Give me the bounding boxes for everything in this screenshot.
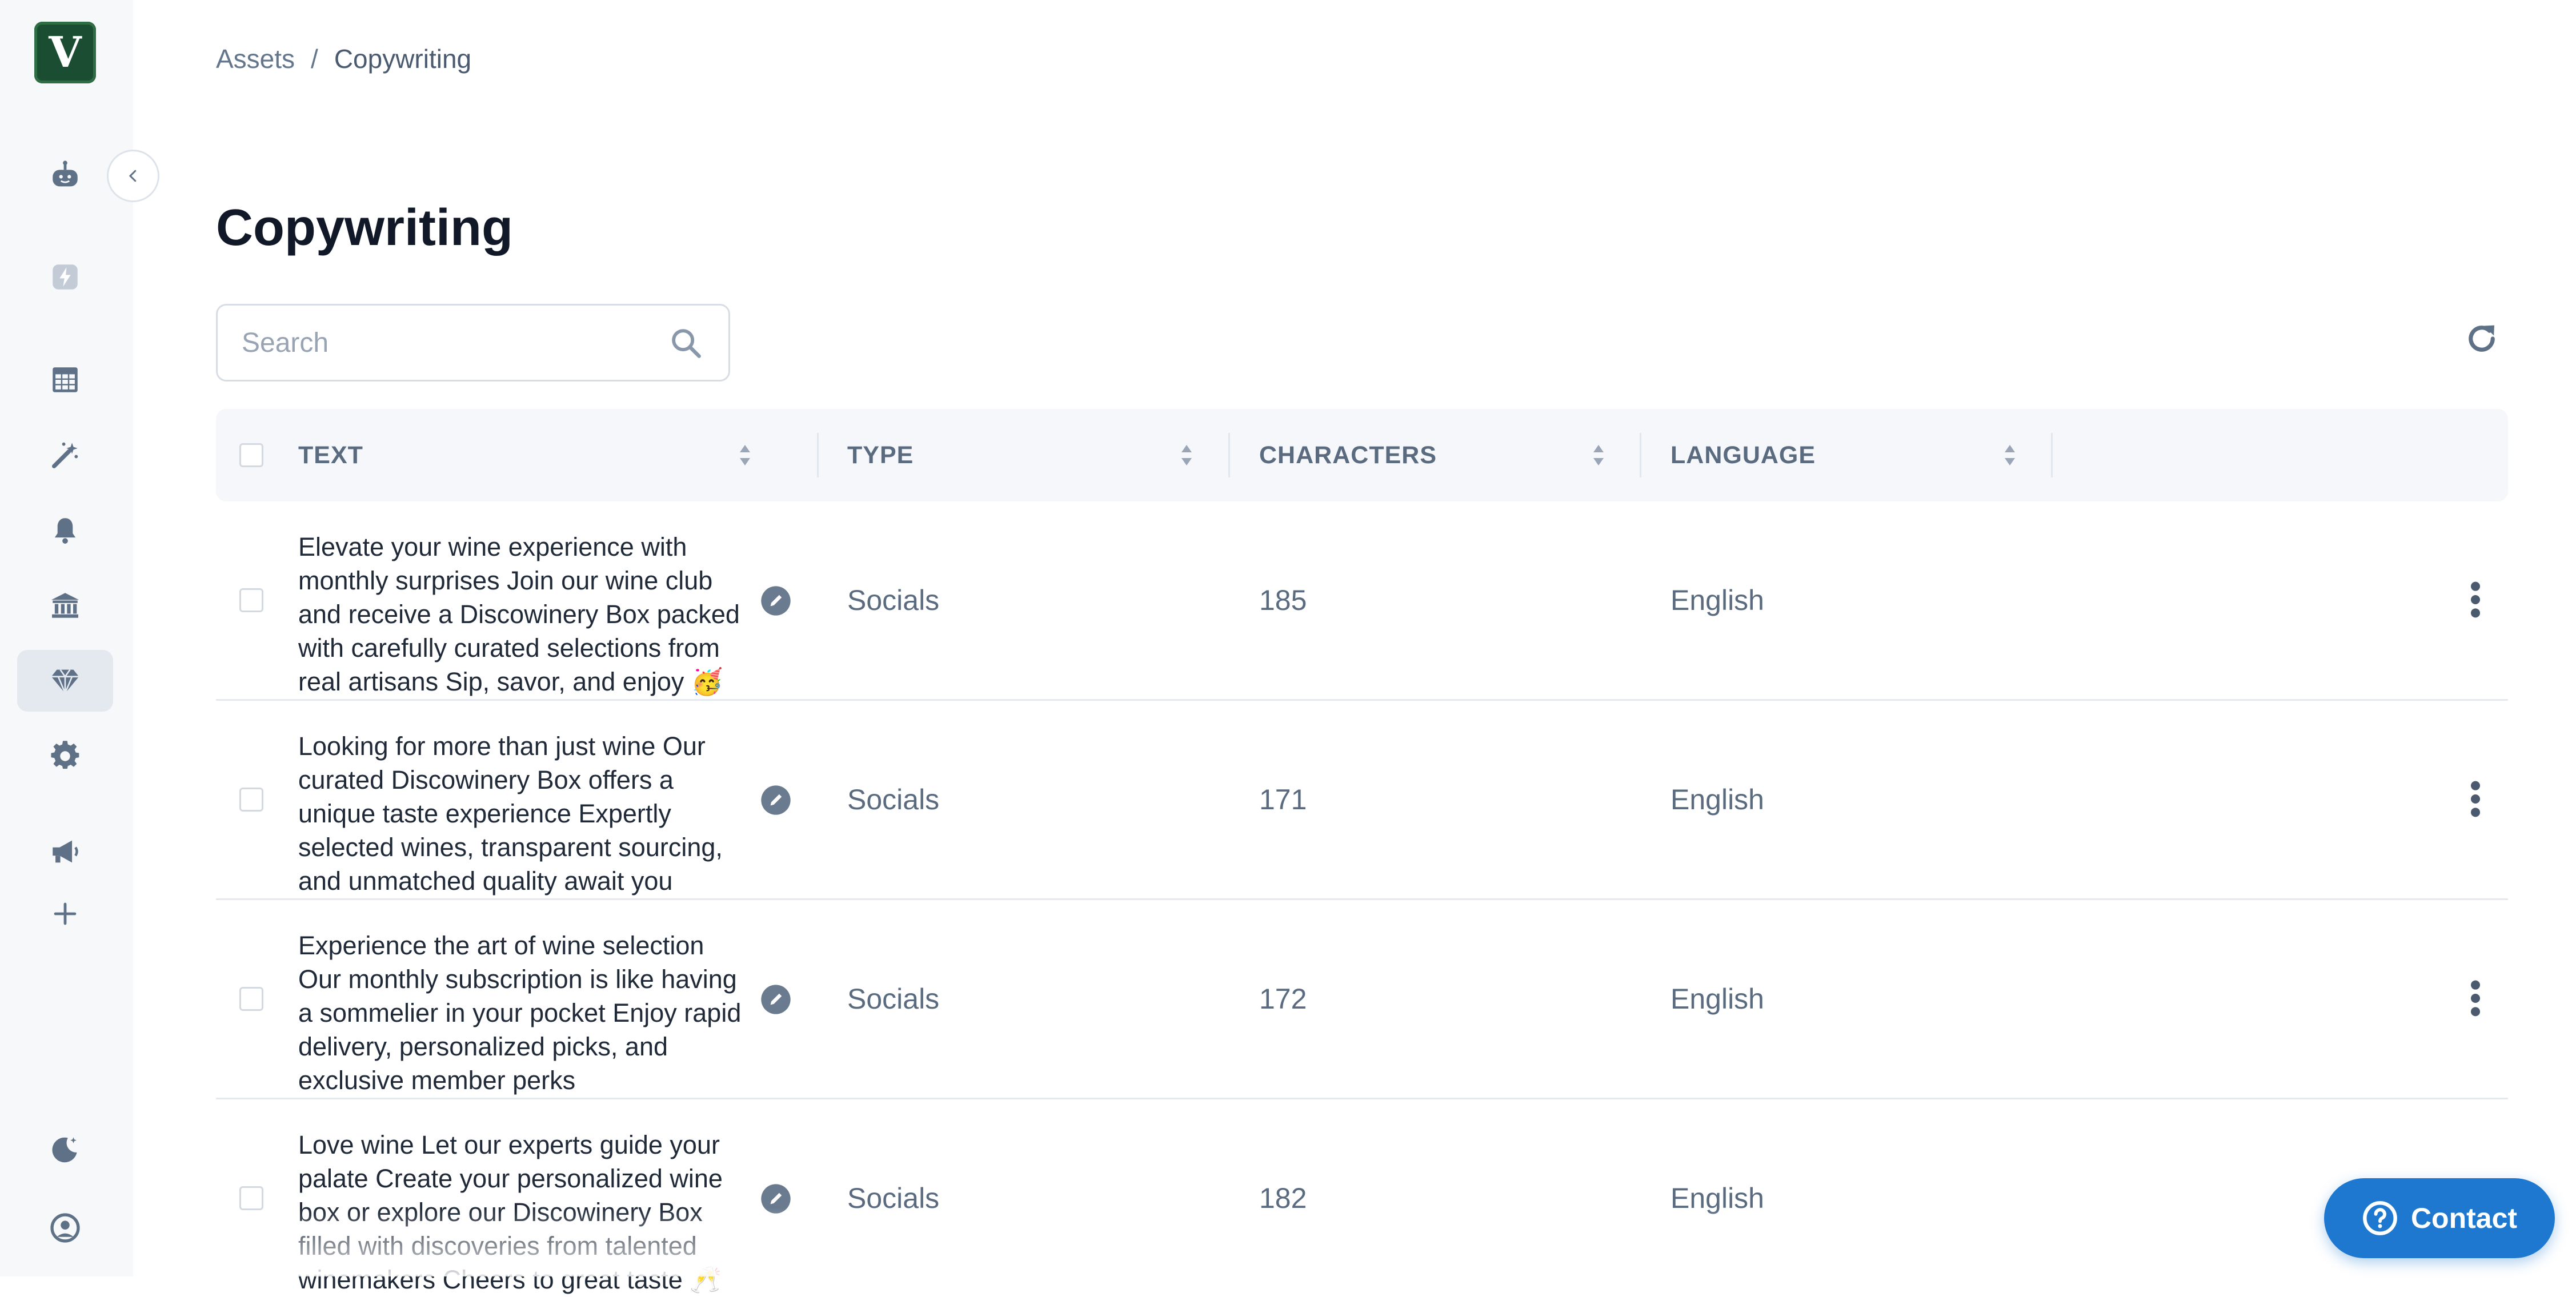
- sidebar-item-add[interactable]: [17, 883, 113, 945]
- breadcrumb: Assets / Copywriting: [216, 43, 471, 74]
- breadcrumb-assets[interactable]: Assets: [216, 43, 295, 74]
- lightning-icon: [53, 264, 78, 290]
- sort-icon[interactable]: [1592, 443, 1605, 468]
- table-row[interactable]: Love wine Let our experts guide your pal…: [216, 1099, 2508, 1297]
- row-checkbox[interactable]: [239, 987, 263, 1011]
- logo-letter: V: [49, 28, 82, 77]
- table-row[interactable]: Looking for more than just wine Our cura…: [216, 701, 2508, 900]
- robot-icon: [53, 160, 78, 187]
- sidebar-item-magic[interactable]: [17, 424, 113, 486]
- row-checkbox[interactable]: [239, 1186, 263, 1210]
- sidebar-item-robot[interactable]: [17, 144, 113, 206]
- page-title: Copywriting: [216, 199, 513, 256]
- breadcrumb-current: Copywriting: [334, 44, 472, 74]
- help-icon: [2363, 1201, 2397, 1235]
- row-characters: 182: [1259, 1182, 1307, 1214]
- select-all-checkbox[interactable]: [239, 443, 263, 467]
- row-type: Socials: [847, 983, 940, 1015]
- column-divider[interactable]: [2051, 433, 2053, 477]
- row-language: English: [1670, 1182, 1764, 1214]
- magic-wand-icon: [52, 442, 78, 468]
- edit-icon[interactable]: [760, 585, 792, 617]
- column-header-language[interactable]: LANGUAGE: [1670, 409, 2070, 501]
- more-options-icon[interactable]: [2467, 776, 2484, 822]
- edit-icon[interactable]: [760, 784, 792, 816]
- column-divider[interactable]: [1640, 433, 1641, 477]
- column-label: CHARACTERS: [1259, 441, 1437, 469]
- bell-icon: [54, 518, 76, 544]
- main-content: Assets / Copywriting Copywriting TEXT TY…: [133, 0, 2576, 1294]
- row-text: Experience the art of wine selection Our…: [298, 931, 742, 1095]
- sidebar-item-campaigns[interactable]: [17, 821, 113, 882]
- more-options-icon[interactable]: [2467, 577, 2484, 623]
- sidebar-item-lightning[interactable]: [17, 246, 113, 308]
- column-header-type[interactable]: TYPE: [847, 409, 1247, 501]
- app-logo[interactable]: V: [34, 22, 96, 83]
- row-characters: 172: [1259, 983, 1307, 1015]
- edit-icon[interactable]: [760, 1183, 792, 1215]
- bank-icon: [51, 593, 79, 618]
- table-row[interactable]: Experience the art of wine selection Our…: [216, 900, 2508, 1099]
- sort-icon[interactable]: [738, 443, 752, 468]
- user-account[interactable]: [17, 1197, 113, 1259]
- table-row[interactable]: Elevate your wine experience with monthl…: [216, 501, 2508, 701]
- theme-toggle[interactable]: [17, 1119, 113, 1180]
- refresh-icon[interactable]: [2463, 320, 2501, 358]
- sidebar-item-settings[interactable]: [17, 725, 113, 787]
- search-box: [216, 304, 730, 382]
- row-characters: 185: [1259, 584, 1307, 616]
- diamond-icon: [51, 669, 79, 694]
- column-label: TYPE: [847, 441, 914, 469]
- search-icon[interactable]: [668, 325, 704, 362]
- row-text: Love wine Let our experts guide your pal…: [298, 1130, 723, 1294]
- sort-icon[interactable]: [2003, 443, 2017, 468]
- contact-label: Contact: [2410, 1202, 2518, 1234]
- megaphone-icon: [53, 840, 78, 863]
- row-language: English: [1670, 983, 1764, 1015]
- sidebar-item-assets[interactable]: [17, 650, 113, 712]
- column-label: TEXT: [298, 441, 363, 469]
- row-checkbox[interactable]: [239, 588, 263, 612]
- column-divider[interactable]: [1228, 433, 1230, 477]
- sort-icon[interactable]: [1180, 443, 1193, 468]
- sidebar-item-table[interactable]: [17, 349, 113, 411]
- sidebar-item-bank[interactable]: [17, 575, 113, 636]
- row-language: English: [1670, 784, 1764, 816]
- column-header-text[interactable]: TEXT: [298, 409, 807, 501]
- row-checkbox[interactable]: [239, 788, 263, 812]
- more-options-icon[interactable]: [2467, 975, 2484, 1021]
- copywriting-table: TEXT TYPE CHARACTERS LANGUAGE Elevate yo…: [216, 409, 2508, 1297]
- moon-icon: [52, 1137, 77, 1163]
- row-text: Elevate your wine experience with monthl…: [298, 532, 740, 696]
- column-header-characters[interactable]: CHARACTERS: [1259, 409, 1659, 501]
- row-text: Looking for more than just wine Our cura…: [298, 732, 723, 896]
- plus-icon: [54, 902, 77, 925]
- search-input[interactable]: [241, 326, 654, 359]
- user-circle-icon: [50, 1213, 80, 1243]
- row-type: Socials: [847, 1182, 940, 1214]
- column-label: LANGUAGE: [1670, 441, 1816, 469]
- row-type: Socials: [847, 784, 940, 816]
- row-type: Socials: [847, 584, 940, 616]
- breadcrumb-separator: /: [311, 44, 318, 74]
- contact-button[interactable]: Contact: [2324, 1178, 2555, 1258]
- table-icon: [53, 367, 78, 392]
- column-divider[interactable]: [817, 433, 819, 477]
- edit-icon[interactable]: [760, 983, 792, 1015]
- sidebar-item-notifications[interactable]: [17, 500, 113, 561]
- table-header: TEXT TYPE CHARACTERS LANGUAGE: [216, 409, 2508, 501]
- row-language: English: [1670, 584, 1764, 616]
- gear-icon: [51, 741, 79, 769]
- row-characters: 171: [1259, 784, 1307, 816]
